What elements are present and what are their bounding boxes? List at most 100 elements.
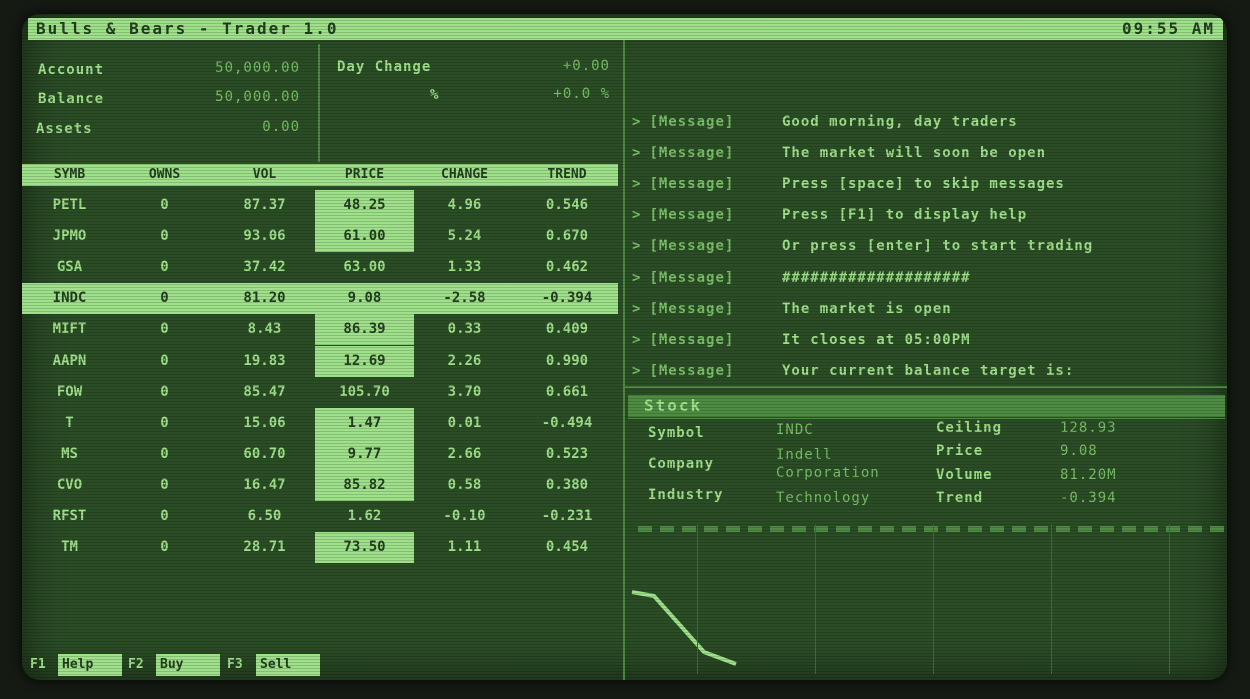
- cell-price: 48.25: [315, 190, 414, 221]
- graph-target-dash: [1034, 526, 1048, 532]
- chevron-right-icon: >: [632, 269, 642, 286]
- table-row[interactable]: PETL 0 87.37 48.25 4.96 0.546: [22, 190, 618, 221]
- message-line: > [Message] Good morning, day traders: [632, 114, 1017, 130]
- table-row[interactable]: JPMO 0 93.06 61.00 5.24 0.670: [22, 221, 618, 253]
- graph-target-dash: [1078, 526, 1092, 532]
- cell-trend: 0.462: [545, 259, 589, 276]
- f3-key-label: F3: [227, 657, 243, 672]
- cell-price: 85.82: [315, 469, 414, 501]
- message-tag: [Message]: [649, 300, 735, 317]
- graph-target-dash: [682, 526, 696, 532]
- cell-price: 1.62: [347, 508, 382, 524]
- graph-gridline: [815, 524, 816, 674]
- cell-trend: 0.661: [545, 383, 589, 400]
- message-line: > [Message] Press [space] to skip messages: [632, 176, 1064, 193]
- ceiling-label: Ceiling: [936, 420, 1003, 436]
- day-change-value: +0.00: [562, 58, 610, 74]
- table-row[interactable]: TM 0 28.71 73.50 1.11 0.454: [22, 532, 618, 564]
- cell-trend: -0.494: [541, 414, 593, 431]
- cell-symb: RFST: [52, 508, 87, 524]
- sell-button[interactable]: Sell: [256, 654, 320, 676]
- price-value: 9.08: [1060, 443, 1098, 459]
- message-tag: [Message]: [649, 238, 735, 255]
- col-change[interactable]: CHANGE: [412, 164, 517, 186]
- graph-gridline: [697, 524, 698, 674]
- message-text: It closes at 05:00PM: [782, 331, 971, 348]
- industry-label: Industry: [648, 487, 724, 503]
- buy-button[interactable]: Buy: [156, 654, 220, 676]
- account-divider: [318, 44, 320, 162]
- cell-owns: 0: [160, 414, 169, 431]
- message-tag: [Message]: [649, 362, 735, 379]
- cell-trend: 0.380: [545, 476, 589, 493]
- graph-target-dash: [1012, 526, 1026, 532]
- help-button[interactable]: Help: [58, 654, 122, 676]
- percent-value: +0.0 %: [553, 86, 610, 102]
- cell-price: 1.47: [315, 407, 414, 439]
- col-vol[interactable]: VOL: [212, 164, 317, 186]
- graph-target-dash: [1188, 526, 1202, 532]
- col-trend[interactable]: TREND: [517, 164, 617, 186]
- title-bar: Bulls & Bears - Trader 1.0 09:55 AM: [28, 18, 1223, 40]
- cell-owns: 0: [160, 445, 169, 462]
- chevron-right-icon: >: [632, 238, 642, 255]
- balance-value: 50,000.00: [215, 89, 300, 105]
- cell-vol: 93.06: [243, 228, 286, 245]
- table-row[interactable]: MS 0 60.70 9.77 2.66 0.523: [22, 438, 618, 470]
- cell-price: 105.70: [339, 383, 390, 400]
- chevron-right-icon: >: [632, 300, 642, 317]
- cell-trend: -0.394: [541, 290, 593, 307]
- f2-key-label: F2: [128, 657, 144, 672]
- table-row[interactable]: INDC 0 81.20 9.08 -2.58 -0.394: [22, 283, 618, 315]
- cell-owns: 0: [160, 539, 169, 556]
- graph-target-dash: [902, 526, 916, 532]
- message-line: > [Message] Or press [enter] to start trad…: [632, 238, 1092, 255]
- graph-target-dash: [924, 526, 938, 532]
- message-divider: [625, 386, 1227, 388]
- message-tag: [Message]: [649, 145, 735, 162]
- table-row[interactable]: GSA 0 37.42 63.00 1.33 0.462: [22, 252, 618, 283]
- chevron-right-icon: >: [632, 331, 642, 348]
- cell-vol: 28.71: [243, 539, 286, 556]
- message-text: The market will soon be open: [782, 145, 1047, 162]
- symbol-value: INDC: [776, 422, 814, 438]
- message-tag: [Message]: [649, 331, 735, 348]
- message-line: > [Message] ####################: [632, 269, 970, 286]
- col-price[interactable]: PRICE: [317, 164, 412, 186]
- message-tag: [Message]: [649, 114, 735, 130]
- percent-label: %: [430, 87, 440, 103]
- trend-value: -0.394: [1060, 490, 1117, 506]
- cell-change: 4.96: [447, 197, 482, 213]
- message-text: Press [F1] to display help: [782, 207, 1028, 224]
- chevron-right-icon: >: [632, 145, 642, 162]
- message-line: > [Message] It closes at 05:00PM: [632, 331, 970, 348]
- cell-owns: 0: [160, 228, 169, 245]
- table-row[interactable]: CVO 0 16.47 85.82 0.58 0.380: [22, 469, 618, 501]
- cell-change: 1.11: [447, 539, 482, 556]
- cell-symb: AAPN: [52, 352, 87, 369]
- col-owns[interactable]: OWNS: [117, 164, 212, 186]
- cell-vol: 37.42: [243, 259, 286, 276]
- table-row[interactable]: FOW 0 85.47 105.70 3.70 0.661: [22, 377, 618, 408]
- cell-price: 86.39: [315, 314, 414, 346]
- table-row[interactable]: AAPN 0 19.83 12.69 2.26 0.990: [22, 345, 618, 377]
- message-tag: [Message]: [649, 269, 735, 286]
- cell-owns: 0: [160, 197, 169, 213]
- graph-target-dash: [1056, 526, 1070, 532]
- cell-symb: GSA: [56, 259, 83, 276]
- message-text: Your current balance target is:: [782, 362, 1075, 379]
- table-row[interactable]: RFST 0 6.50 1.62 -0.10 -0.231: [22, 501, 618, 532]
- assets-value: 0.00: [262, 119, 300, 135]
- volume-label: Volume: [936, 467, 993, 483]
- chevron-right-icon: >: [632, 176, 642, 193]
- col-symb[interactable]: SYMB: [22, 164, 117, 186]
- cell-trend: 0.670: [545, 228, 589, 245]
- stock-header-bar: Stock: [628, 395, 1225, 417]
- table-row[interactable]: T 0 15.06 1.47 0.01 -0.494: [22, 407, 618, 439]
- cell-trend: 0.546: [545, 197, 589, 213]
- cell-change: 2.66: [447, 445, 482, 462]
- table-row[interactable]: MIFT 0 8.43 86.39 0.33 0.409: [22, 314, 618, 346]
- cell-symb: MIFT: [52, 321, 87, 338]
- clock: 09:55 AM: [1121, 19, 1215, 38]
- graph-target-dash: [770, 526, 784, 532]
